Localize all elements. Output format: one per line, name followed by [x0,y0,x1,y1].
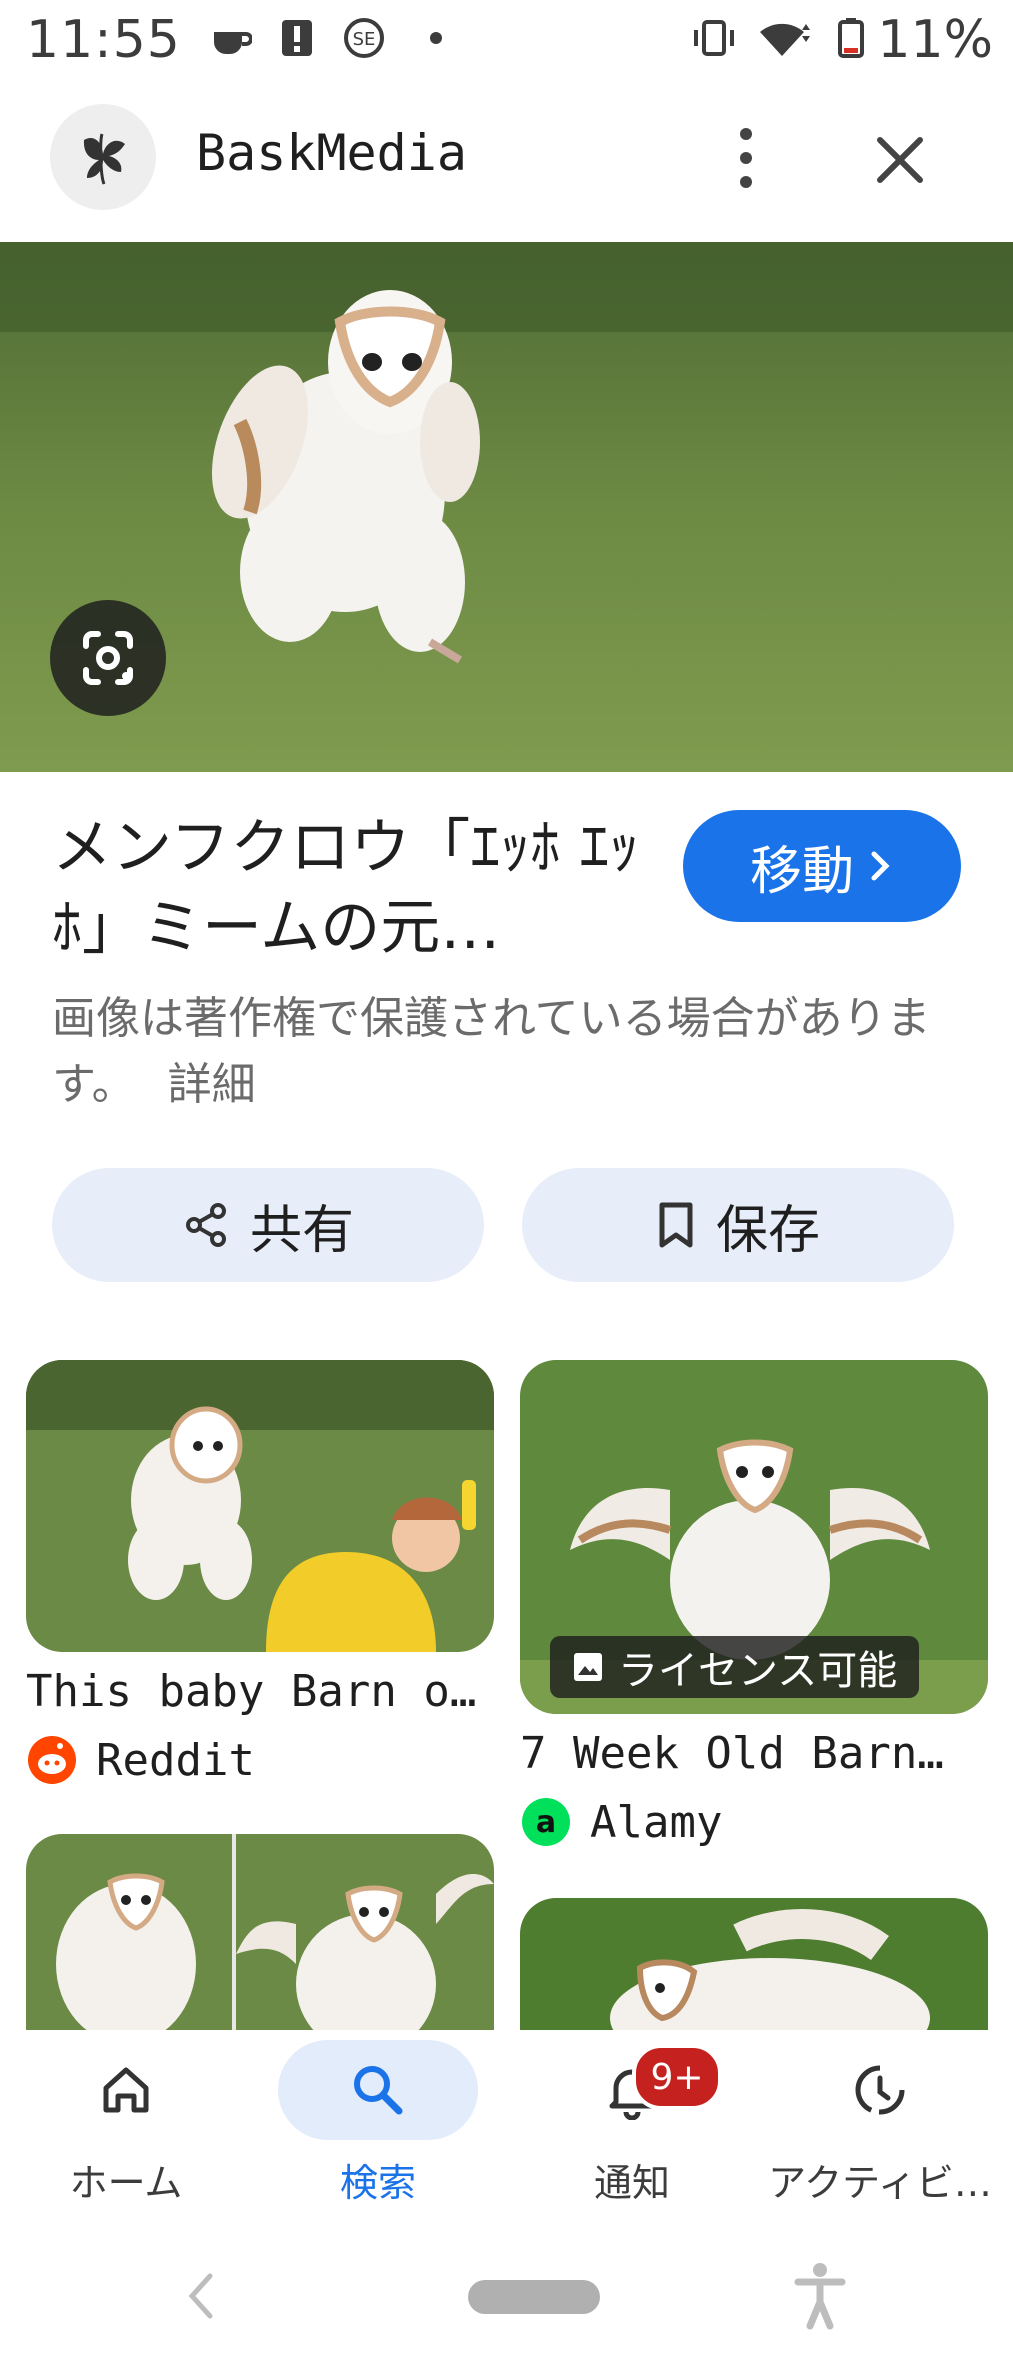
notification-badge: 9+ [632,2044,722,2110]
related-title-1[interactable]: This baby Barn o… [26,1666,476,1717]
nav-search[interactable]: 検索 [258,2040,498,2220]
nav-search-label: 検索 [339,2161,416,2205]
alert-icon [282,20,312,56]
share-icon [185,1203,226,1247]
related-source-2[interactable]: a Alamy [520,1796,722,1848]
visit-button-label: 移動 [749,841,854,902]
licensable-label: ライセンス可能 [618,1648,898,1694]
home-gesture-pill[interactable] [468,2280,600,2314]
accessibility-icon[interactable] [792,2260,848,2330]
related-image-4[interactable] [520,1898,988,2044]
copyright-notice: 画像は著作権で保護されている場合があります。 詳細 [52,986,952,1118]
clock: 11:55 [26,10,181,70]
home-icon [103,2067,149,2113]
alamy-icon: a [522,1798,570,1846]
lens-icon [83,631,133,685]
nav-activity[interactable]: アクティビ… [755,2040,1005,2220]
nav-activity-icon-wrap [780,2040,980,2140]
details-link[interactable]: 詳細 [168,1059,256,1110]
nav-home-label: ホーム [69,2161,183,2205]
share-label: 共有 [249,1200,354,1261]
site-title: BaskMedia [196,124,467,182]
search-icon [354,2066,403,2115]
chevron-right-icon [871,851,890,881]
coffee-icon [214,32,252,54]
bookmark-icon [659,1202,693,1248]
status-bar: 11:55 SE 11% [0,0,1013,84]
related-image-1[interactable] [26,1360,494,1652]
battery-icon [838,18,864,58]
dot-icon [430,32,442,44]
svg-text:SE: SE [353,29,376,50]
app-icon: SE [344,18,384,58]
vibrate-icon [694,20,734,56]
related-source-2-label: Alamy [590,1796,723,1848]
close-icon[interactable] [868,128,932,192]
related-image-3[interactable] [26,1834,494,2044]
battery-percent: 11% [877,10,993,70]
more-options-icon[interactable] [722,120,770,196]
related-title-2[interactable]: 7 Week Old Barn… [520,1728,944,1779]
lens-search-button[interactable] [50,600,166,716]
save-button[interactable]: 保存 [522,1168,954,1282]
licensable-badge: ライセンス可能 [550,1636,920,1698]
save-label: 保存 [715,1200,820,1261]
butterfly-logo-icon [83,133,125,185]
nav-notifications-label: 通知 [593,2161,670,2205]
nav-activity-label: アクティビ… [768,2161,992,2205]
nav-home[interactable]: ホーム [6,2040,246,2220]
svg-text:a: a [536,1805,556,1840]
system-navigation [0,2240,1013,2364]
wifi-icon [760,23,810,56]
image-icon [574,1653,602,1681]
back-icon[interactable] [180,2266,220,2326]
visit-button[interactable]: 移動 [683,810,961,922]
activity-icon [855,2065,905,2115]
related-source-1[interactable]: Reddit [26,1734,255,1786]
related-source-1-label: Reddit [96,1734,255,1786]
site-logo [50,104,156,210]
reddit-icon [28,1736,76,1784]
nav-home-icon-wrap [26,2040,226,2140]
share-button[interactable]: 共有 [52,1168,484,1282]
nav-search-icon-wrap [278,2040,478,2140]
image-title: メンフクロウ「ｴｯﾎ ｴｯﾎ」ミームの元… [52,813,640,963]
